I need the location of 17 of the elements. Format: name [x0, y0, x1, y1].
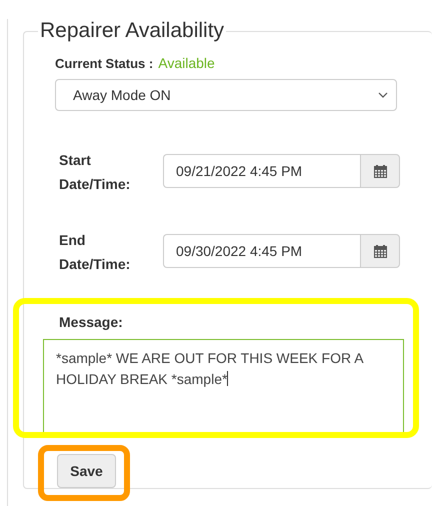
calendar-icon: [374, 164, 386, 178]
text-cursor: [227, 371, 228, 386]
date-field[interactable]: 09/30/2022 4:45 PM: [163, 234, 360, 268]
calendar-button[interactable]: [360, 234, 400, 268]
date-field[interactable]: 09/21/2022 4:45 PM: [163, 154, 360, 188]
date-label: End Date/Time:: [59, 231, 132, 274]
panel-title: Repairer Availability: [39, 19, 226, 43]
calendar-icon: [374, 244, 386, 258]
chevron-down-icon: [378, 92, 388, 98]
message-field[interactable]: *sample* WE ARE OUT FOR THIS WEEK FOR A HOLIDAY BREAK *sample*: [43, 339, 404, 432]
status-label: Current Status :: [55, 56, 154, 70]
calendar-button[interactable]: [360, 154, 400, 188]
message-label: Message:: [59, 314, 124, 330]
status-value: Available: [158, 55, 215, 71]
mode-select[interactable]: Away Mode ON: [55, 79, 397, 111]
save-button[interactable]: Save: [57, 454, 116, 488]
date-label: Start Date/Time:: [59, 151, 132, 194]
